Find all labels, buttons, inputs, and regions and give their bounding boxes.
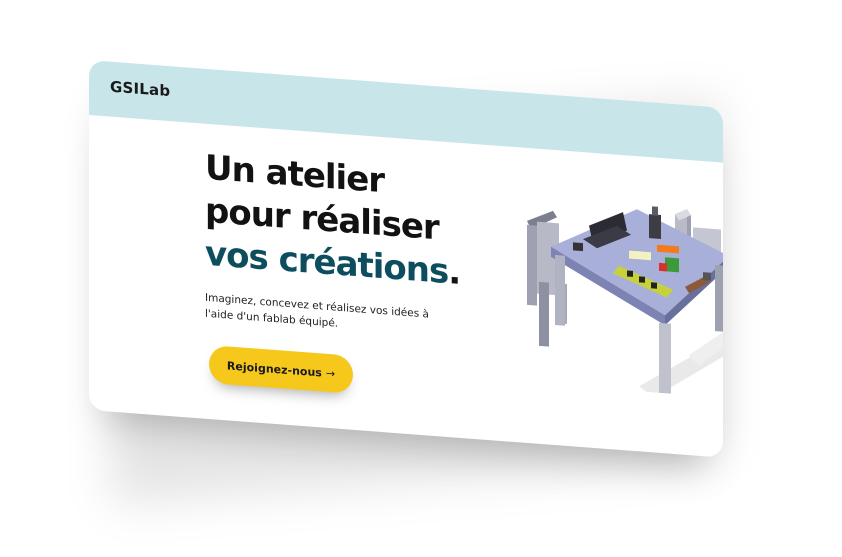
brand-logo[interactable]: GSILab: [110, 78, 170, 101]
hero-title-period: .: [448, 252, 461, 293]
hero-section: Un atelier pour réaliser vos créations. …: [205, 147, 525, 357]
part-red: [659, 262, 667, 272]
top-bar: GSILab: [89, 60, 723, 163]
join-button[interactable]: Rejoignez-nous →: [209, 345, 353, 394]
table-leg-2: [659, 322, 671, 394]
join-button-label: Rejoignez-nous: [226, 358, 322, 380]
part-yellow-light: [629, 250, 651, 261]
table-leg-3: [715, 265, 723, 332]
box-icon: [573, 242, 583, 252]
hero-title: Un atelier pour réaliser vos créations.: [205, 147, 525, 300]
bottle-icon: [649, 206, 661, 240]
workshop-table-illustration: [527, 206, 723, 398]
part-green-board: [665, 257, 679, 273]
landing-card: GSILab Un atelier pour réaliser vos créa…: [89, 60, 723, 458]
table-leg-1: [555, 255, 565, 326]
hero-description: Imaginez, concevez et réalisez vos idées…: [205, 291, 429, 330]
arrow-right-icon: →: [325, 366, 336, 381]
